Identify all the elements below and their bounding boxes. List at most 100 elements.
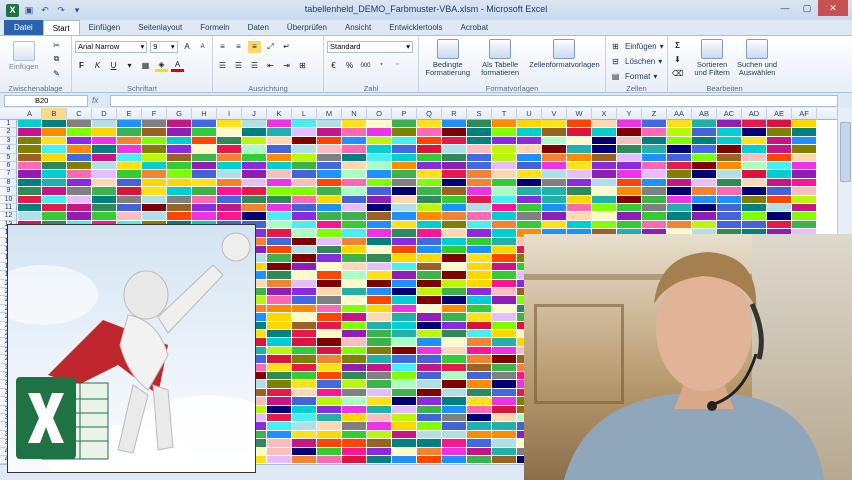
grid-cell[interactable] (192, 212, 216, 220)
grid-cell[interactable] (567, 162, 591, 170)
grid-cell[interactable] (567, 178, 591, 187)
grid-cell[interactable] (417, 321, 441, 329)
grid-cell[interactable] (467, 321, 491, 329)
grid-cell[interactable] (742, 220, 766, 229)
grid-cell[interactable] (417, 170, 441, 178)
grid-cell[interactable] (617, 170, 641, 178)
grid-cell[interactable] (367, 229, 391, 237)
grid-cell[interactable] (742, 195, 766, 203)
grid-cell[interactable] (67, 195, 91, 203)
tab-start[interactable]: Start (42, 20, 80, 35)
grid-cell[interactable] (442, 363, 466, 371)
grid-cell[interactable] (18, 212, 41, 220)
tab-developer[interactable]: Entwicklertools (380, 20, 451, 35)
grid-cell[interactable] (492, 220, 516, 229)
grid-cell[interactable] (242, 204, 266, 212)
grid-cell[interactable] (317, 195, 341, 203)
format-painter-icon[interactable]: ✎ (50, 67, 63, 79)
grid-cell[interactable] (492, 204, 516, 212)
grid-cell[interactable] (492, 372, 516, 380)
grid-cell[interactable] (542, 220, 566, 229)
grid-cell[interactable] (592, 178, 616, 187)
grid-cell[interactable] (367, 388, 391, 397)
decrease-decimal-icon[interactable]: ⁻ (391, 60, 404, 72)
undo-icon[interactable]: ↶ (39, 4, 51, 16)
grid-cell[interactable] (792, 162, 816, 170)
grid-cell[interactable] (792, 178, 816, 187)
grid-cell[interactable] (292, 380, 316, 388)
grid-cell[interactable] (392, 439, 416, 447)
currency-icon[interactable]: € (327, 60, 340, 72)
grid-cell[interactable] (292, 330, 316, 338)
grid-cell[interactable] (292, 120, 316, 128)
grid-cell[interactable] (117, 170, 141, 178)
grid-cell[interactable] (317, 120, 341, 128)
grid-cell[interactable] (467, 355, 491, 363)
grid-cell[interactable] (317, 296, 341, 304)
grid-cell[interactable] (42, 195, 66, 203)
grid-cell[interactable] (492, 162, 516, 170)
grid-cell[interactable] (292, 372, 316, 380)
column-header[interactable]: Z (642, 108, 667, 120)
shrink-font-icon[interactable]: A (196, 41, 209, 53)
grid-cell[interactable] (417, 195, 441, 203)
grid-cell[interactable] (417, 153, 441, 161)
grid-cell[interactable] (342, 355, 366, 363)
grid-cell[interactable] (642, 162, 666, 170)
grid-cell[interactable] (167, 128, 191, 136)
grid-cell[interactable] (492, 405, 516, 413)
grid-cell[interactable] (217, 212, 241, 220)
grid-cell[interactable] (292, 271, 316, 279)
grid-cell[interactable] (242, 136, 266, 145)
grid-cell[interactable] (717, 136, 741, 145)
grid-cell[interactable] (342, 237, 366, 245)
grid-cell[interactable] (167, 120, 191, 128)
grid-cell[interactable] (467, 128, 491, 136)
row-header[interactable]: 10 (0, 196, 17, 204)
grid-cell[interactable] (367, 162, 391, 170)
grid-cell[interactable] (117, 212, 141, 220)
grid-cell[interactable] (442, 304, 466, 313)
grid-cell[interactable] (267, 430, 291, 439)
grid-cell[interactable] (517, 220, 541, 229)
grid-cell[interactable] (467, 439, 491, 447)
grid-cell[interactable] (342, 229, 366, 237)
grid-cell[interactable] (317, 321, 341, 329)
grid-cell[interactable] (642, 178, 666, 187)
grid-cell[interactable] (492, 447, 516, 455)
tab-data[interactable]: Daten (239, 20, 278, 35)
grid-cell[interactable] (467, 447, 491, 455)
grid-cell[interactable] (692, 178, 716, 187)
grid-cell[interactable] (342, 380, 366, 388)
grid-cell[interactable] (767, 162, 791, 170)
grid-cell[interactable] (142, 120, 166, 128)
grid-cell[interactable] (492, 456, 516, 464)
grid-cell[interactable] (267, 178, 291, 187)
grid-cell[interactable] (292, 279, 316, 287)
grid-cell[interactable] (192, 128, 216, 136)
grid-cell[interactable] (442, 120, 466, 128)
grid-cell[interactable] (317, 456, 341, 464)
grid-cell[interactable] (792, 153, 816, 161)
grid-cell[interactable] (592, 212, 616, 220)
grid-cell[interactable] (342, 304, 366, 313)
grid-cell[interactable] (92, 170, 116, 178)
grid-cell[interactable] (542, 128, 566, 136)
grid-cell[interactable] (617, 204, 641, 212)
grid-cell[interactable] (517, 145, 541, 153)
grid-cell[interactable] (792, 204, 816, 212)
grid-cell[interactable] (42, 120, 66, 128)
grid-cell[interactable] (642, 195, 666, 203)
grid-cell[interactable] (267, 279, 291, 287)
insert-cells-button[interactable]: ⊞ Einfügen ▾ (609, 39, 664, 54)
grid-cell[interactable] (292, 145, 316, 153)
grid-cell[interactable] (342, 372, 366, 380)
grid-cell[interactable] (342, 262, 366, 271)
column-header[interactable]: R (442, 108, 467, 120)
grid-cell[interactable] (18, 170, 41, 178)
grid-cell[interactable] (692, 145, 716, 153)
column-header[interactable]: Q (417, 108, 442, 120)
grid-cell[interactable] (367, 254, 391, 262)
grid-cell[interactable] (367, 430, 391, 439)
grid-cell[interactable] (467, 246, 491, 254)
